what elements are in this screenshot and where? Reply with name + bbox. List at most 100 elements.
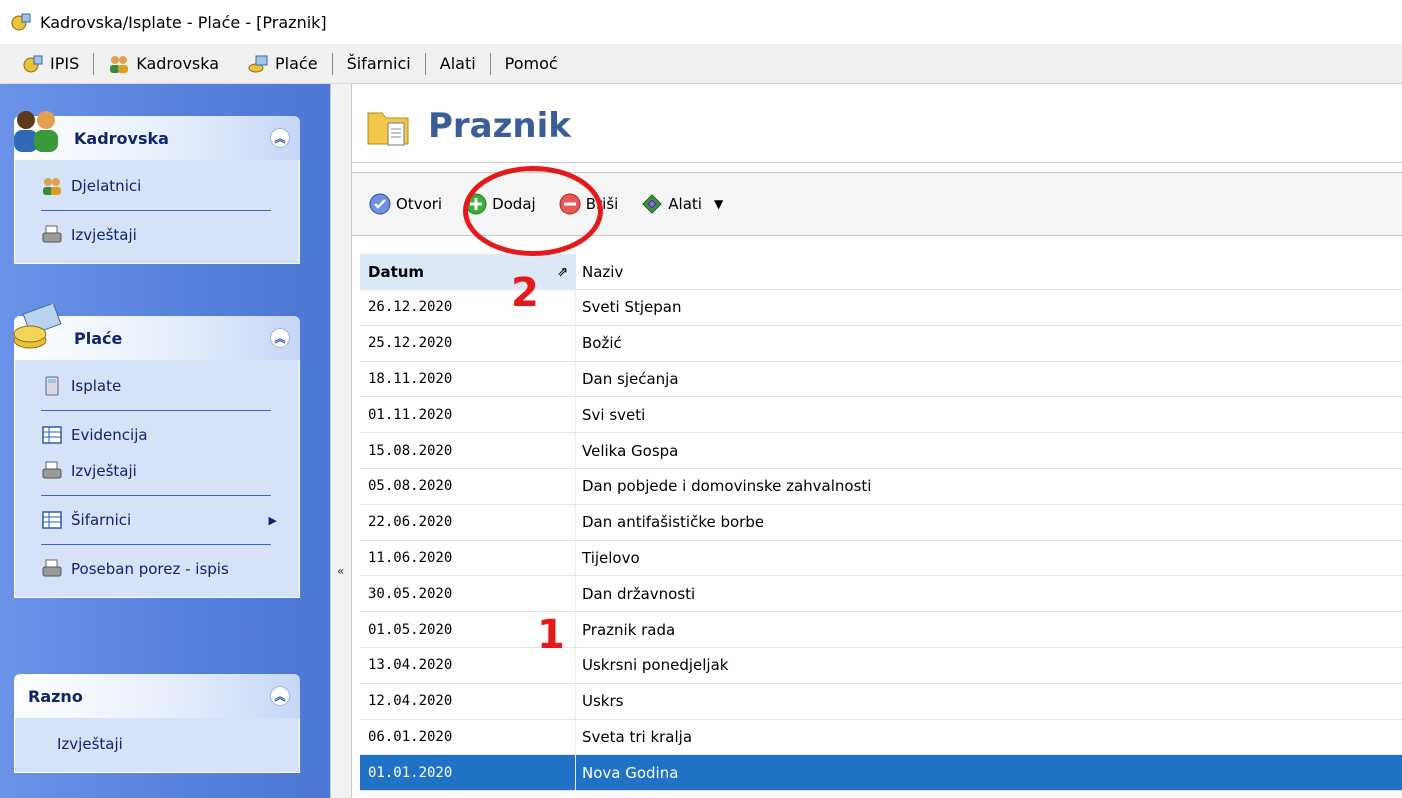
sort-icon: ⇗: [557, 264, 568, 280]
grid-body: 26.12.2020 Sveti Stjepan 25.12.2020 Božić 18…: [360, 290, 1402, 792]
cell-naziv: Dan državnosti: [582, 584, 696, 603]
annotation-number: 2: [511, 270, 539, 316]
table-icon: [42, 511, 62, 529]
column-header-naziv[interactable]: Naziv: [576, 254, 1402, 290]
sidebar: Kadrovska ︽ Djelatnici Izvještaji Plaće …: [0, 84, 330, 798]
menu-place[interactable]: Plaće: [233, 49, 332, 79]
table-row[interactable]: 06.01.2020 Sveta tri kralja: [360, 719, 1402, 756]
sidebar-item-evidencija[interactable]: Evidencija: [15, 417, 299, 453]
table-row[interactable]: 01.05.2020 Praznik rada: [360, 612, 1402, 648]
sidebar-item-izvjestaji[interactable]: Izvještaji: [15, 453, 299, 489]
table-row[interactable]: 25.12.2020 Božić: [360, 325, 1402, 362]
sidebar-item-label: Djelatnici: [71, 177, 142, 195]
sidebar-item-izvjestaji[interactable]: Izvještaji: [15, 217, 299, 253]
menu-label: IPIS: [50, 54, 80, 73]
sidebar-group-body: Djelatnici Izvještaji: [14, 160, 300, 264]
sidebar-item-label: Isplate: [71, 377, 122, 395]
cell-datum: 18.11.2020: [360, 361, 576, 397]
table-row[interactable]: 15.08.2020 Velika Gospa: [360, 433, 1402, 469]
sidebar-group-body: Izvještaji: [14, 718, 300, 773]
sidebar-group-razno: Razno ︽ Izvještaji: [14, 674, 300, 773]
payroll-icon: [13, 304, 62, 349]
people-icon: [43, 178, 61, 195]
open-button[interactable]: Otvori: [368, 192, 442, 216]
sidebar-item-label: Evidencija: [71, 426, 148, 444]
sidebar-group-kadrovska: Kadrovska ︽ Djelatnici Izvještaji: [14, 111, 300, 264]
table-row[interactable]: 01.11.2020 Svi sveti: [360, 397, 1402, 434]
cell-naziv: Praznik rada: [582, 620, 676, 639]
cell-datum: 22.06.2020: [360, 504, 576, 540]
people-icon: [14, 111, 58, 152]
sidebar-item-label: Izvještaji: [71, 226, 137, 244]
printer-icon: [42, 225, 62, 243]
cell-datum: 26.12.2020: [360, 290, 576, 325]
table-row[interactable]: 12.04.2020 Uskrs: [360, 683, 1402, 720]
divider: [41, 410, 271, 411]
cell-naziv: Velika Gospa: [582, 441, 679, 460]
cell-datum: 25.12.2020: [360, 325, 576, 361]
menu-bar: IPIS Kadrovska Plaće Šifarnici Alati Pom…: [0, 44, 1402, 84]
sidebar-group-body: Isplate Evidencija Izvještaji Šifarnici …: [14, 360, 300, 598]
divider: [41, 210, 271, 211]
cell-datum: 05.08.2020: [360, 468, 576, 504]
menu-kadrovska[interactable]: Kadrovska: [94, 49, 233, 79]
collapse-up-icon[interactable]: ︽: [270, 686, 290, 706]
table-row[interactable]: 05.08.2020 Dan pobjede i domovinske zahva…: [360, 468, 1402, 505]
divider: [41, 544, 271, 545]
payroll-icon: [248, 55, 268, 72]
highlight-ellipse: [463, 166, 603, 256]
group-title: Razno: [28, 686, 83, 706]
window-title: Kadrovska/Isplate - Plaće - [Praznik]: [40, 12, 327, 32]
table-row[interactable]: 11.06.2020 Tijelovo: [360, 540, 1402, 577]
table-row[interactable]: 22.06.2020 Dan antifašističke borbe: [360, 504, 1402, 541]
page-title: Praznik: [428, 106, 571, 146]
submenu-arrow-icon: ▶: [268, 513, 277, 527]
collapse-up-icon[interactable]: ︽: [270, 128, 290, 148]
collapse-up-icon[interactable]: ︽: [270, 328, 290, 348]
collapse-left-icon[interactable]: «: [337, 564, 344, 578]
check-icon: [369, 193, 391, 215]
cell-naziv: Svi sveti: [582, 405, 646, 424]
cell-datum: 11.06.2020: [360, 540, 576, 576]
holiday-grid: Datum ⇗ Naziv 26.12.2020 Sveti Stjepan 25.…: [360, 254, 1402, 792]
column-header-datum[interactable]: Datum ⇗: [360, 254, 576, 290]
column-label: Datum: [368, 263, 425, 281]
sidebar-item-sifarnici[interactable]: Šifarnici ▶: [15, 502, 299, 538]
sidebar-item-label: Poseban porez - ispis: [71, 560, 229, 578]
cell-datum: 06.01.2020: [360, 719, 576, 755]
sidebar-item-poseban-porez[interactable]: Poseban porez - ispis: [15, 551, 299, 587]
cell-datum: 12.04.2020: [360, 683, 576, 719]
calculator-icon: [45, 376, 59, 396]
group-title: Plaće: [74, 328, 123, 348]
cell-naziv: Dan antifašističke borbe: [582, 513, 765, 532]
menu-ipis[interactable]: IPIS: [8, 49, 93, 79]
page-header: Praznik: [364, 96, 571, 156]
menu-alati[interactable]: Alati: [426, 49, 490, 79]
tools-button[interactable]: Alati: [640, 192, 702, 216]
cell-naziv: Sveta tri kralja: [582, 727, 693, 746]
menu-sifarnici[interactable]: Šifarnici: [333, 49, 425, 79]
menu-label: Alati: [439, 54, 476, 73]
cell-datum: 01.01.2020: [360, 755, 576, 791]
sidebar-group-header[interactable]: Razno ︽: [14, 674, 300, 718]
sidebar-item-isplate[interactable]: Isplate: [15, 368, 299, 404]
table-row[interactable]: 30.05.2020 Dan državnosti: [360, 576, 1402, 613]
button-label: Alati: [668, 195, 702, 213]
table-row[interactable]: 13.04.2020 Uskrsni ponedjeljak: [360, 647, 1402, 684]
table-row[interactable]: 18.11.2020 Dan sjećanja: [360, 361, 1402, 398]
sidebar-item-izvjestaji[interactable]: Izvještaji: [15, 726, 299, 762]
printer-icon: [42, 461, 62, 479]
cell-naziv: Dan pobjede i domovinske zahvalnosti: [582, 477, 872, 496]
menu-label: Plaće: [275, 54, 318, 73]
cell-datum: 01.11.2020: [360, 397, 576, 433]
cell-naziv: Tijelovo: [582, 548, 640, 567]
chevron-down-icon[interactable]: ▼: [714, 197, 723, 211]
printer-icon: [42, 559, 62, 577]
sidebar-item-djelatnici[interactable]: Djelatnici: [15, 168, 299, 204]
cell-naziv: Dan sjećanja: [582, 369, 679, 388]
menu-pomoc[interactable]: Pomoć: [491, 49, 572, 79]
table-icon: [42, 426, 62, 444]
sidebar-collapse-strip[interactable]: «: [330, 84, 352, 798]
table-row[interactable]: 01.01.2020 Nova Godina: [360, 755, 1402, 792]
column-label: Naziv: [582, 262, 624, 281]
